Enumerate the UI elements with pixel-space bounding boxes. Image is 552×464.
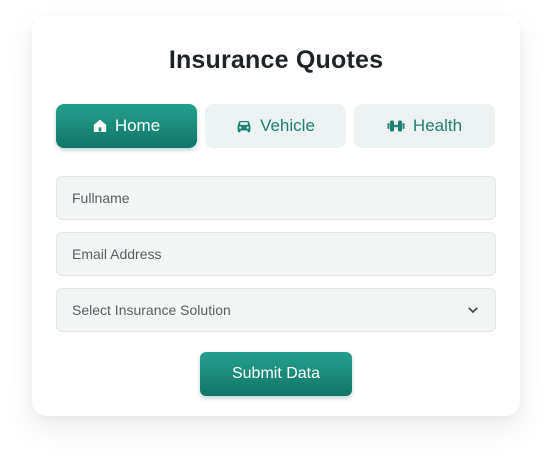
chevron-down-icon [467, 304, 479, 316]
tab-home[interactable]: Home [56, 104, 197, 148]
insurance-solution-value: Select Insurance Solution [72, 302, 231, 318]
email-address-input[interactable] [56, 232, 496, 276]
form-title: Insurance Quotes [168, 46, 384, 74]
fullname-input[interactable] [56, 176, 496, 220]
insurance-type-tabs: Home Vehicle Health [56, 104, 496, 148]
tab-health-label: Health [412, 116, 463, 135]
dumbbell-icon [387, 119, 405, 133]
tab-vehicle-label: Vehicle [260, 116, 315, 135]
insurance-quote-card: Insurance Quotes Home Vehicle Health Sel… [32, 16, 520, 416]
tab-home-label: Home [114, 116, 161, 135]
submit-button[interactable]: Submit Data [200, 352, 352, 396]
tab-health[interactable]: Health [354, 104, 495, 148]
insurance-solution-select[interactable]: Select Insurance Solution [56, 288, 496, 332]
home-icon [93, 119, 107, 133]
car-icon [236, 119, 252, 133]
tab-vehicle[interactable]: Vehicle [205, 104, 346, 148]
